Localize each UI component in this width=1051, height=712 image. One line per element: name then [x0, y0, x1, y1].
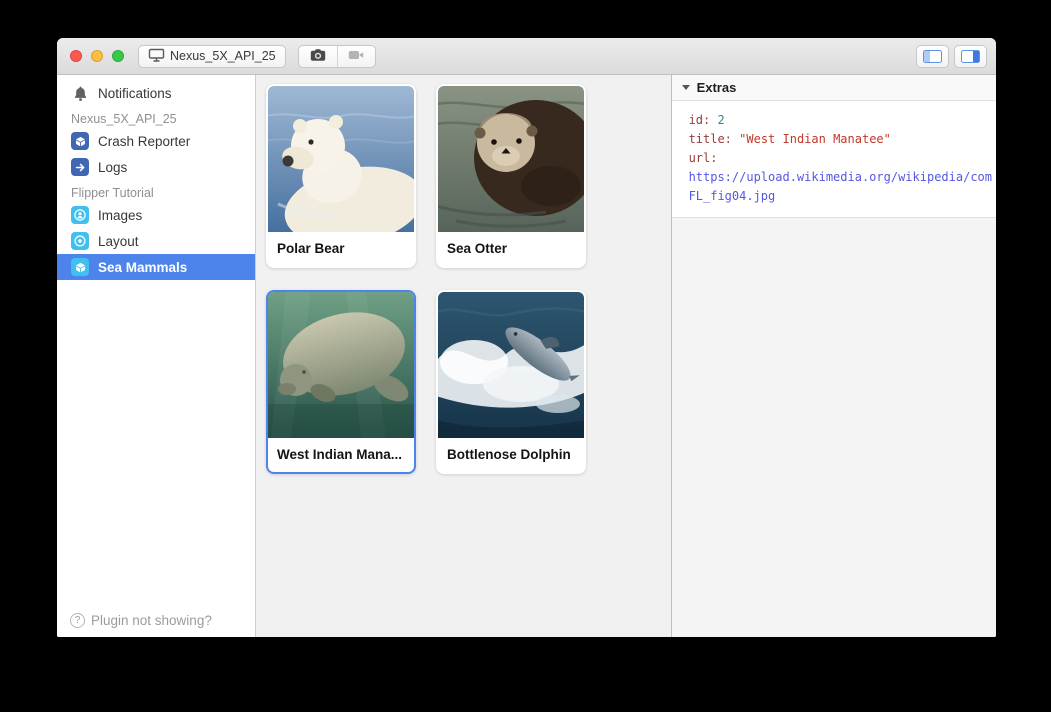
sea-mammals-card-grid: Polar Bear	[256, 75, 671, 637]
sea-otter-photo	[438, 86, 584, 232]
monitor-icon	[148, 48, 165, 65]
window-controls	[70, 50, 124, 62]
capture-button-group	[298, 45, 376, 68]
plugin-sidebar: Notifications Nexus_5X_API_25 Crash Repo…	[57, 75, 256, 637]
toggle-left-sidebar-button[interactable]	[916, 45, 949, 68]
arrow-right-icon	[71, 158, 89, 176]
card-west-indian-manatee[interactable]: West Indian Mana...	[266, 290, 416, 474]
close-button[interactable]	[70, 50, 82, 62]
user-circle-icon	[71, 206, 89, 224]
right-panel-toggle-icon	[961, 50, 980, 63]
json-line-url-value-2: FL_fig04.jpg	[689, 187, 992, 206]
card-polar-bear[interactable]: Polar Bear	[266, 84, 416, 268]
record-video-button[interactable]	[337, 46, 375, 67]
video-camera-icon	[347, 48, 365, 65]
plugin-not-showing-label: Plugin not showing?	[91, 613, 212, 628]
sidebar-item-notifications[interactable]: Notifications	[57, 80, 255, 106]
dolphin-photo	[438, 292, 584, 438]
zoom-button[interactable]	[112, 50, 124, 62]
plugin-not-showing-link[interactable]: Plugin not showing?	[70, 613, 212, 628]
extras-section-header[interactable]: Extras	[672, 75, 996, 101]
device-selector-button[interactable]: Nexus_5X_API_25	[138, 45, 286, 68]
bell-icon	[71, 84, 89, 102]
json-line-title: title: "West Indian Manatee"	[689, 130, 992, 149]
sidebar-item-label: Crash Reporter	[98, 134, 190, 149]
extras-panel: Extras id: 2 title: "West Indian Manatee…	[671, 75, 996, 637]
minimize-button[interactable]	[91, 50, 103, 62]
device-selector-label: Nexus_5X_API_25	[170, 49, 276, 63]
sidebar-item-sea-mammals[interactable]: Sea Mammals	[57, 254, 255, 280]
sidebar-item-label: Logs	[98, 160, 127, 175]
card-title: Polar Bear	[268, 232, 414, 266]
polar-bear-photo	[268, 86, 414, 232]
sidebar-item-images[interactable]: Images	[57, 202, 255, 228]
extras-empty-area	[672, 218, 996, 637]
sidebar-item-label: Images	[98, 208, 142, 223]
json-line-id: id: 2	[689, 111, 992, 130]
sidebar-item-layout[interactable]: Layout	[57, 228, 255, 254]
sidebar-section-app: Flipper Tutorial	[57, 180, 255, 202]
card-title: Sea Otter	[438, 232, 584, 266]
titlebar: Nexus_5X_API_25	[57, 38, 996, 75]
panel-toggles	[916, 45, 987, 68]
window-content: Notifications Nexus_5X_API_25 Crash Repo…	[57, 75, 996, 637]
target-icon	[71, 232, 89, 250]
sidebar-section-device: Nexus_5X_API_25	[57, 106, 255, 128]
card-sea-otter[interactable]: Sea Otter	[436, 84, 586, 268]
help-circle-icon	[70, 613, 85, 628]
toggle-right-sidebar-button[interactable]	[954, 45, 987, 68]
json-line-url-key: url:	[689, 149, 992, 168]
screenshot-button[interactable]	[299, 46, 337, 67]
card-title: Bottlenose Dolphin	[438, 438, 584, 472]
disclosure-triangle-icon	[682, 85, 690, 90]
flipper-window: Nexus_5X_API_25	[57, 38, 996, 637]
sidebar-item-label: Notifications	[98, 86, 172, 101]
json-line-url-value: https://upload.wikimedia.org/wikipedia/c…	[689, 168, 992, 187]
manatee-photo	[268, 292, 414, 438]
cube-icon	[71, 258, 89, 276]
sidebar-item-logs[interactable]: Logs	[57, 154, 255, 180]
camera-icon	[309, 47, 327, 66]
left-panel-toggle-icon	[923, 50, 942, 63]
sidebar-item-label: Layout	[98, 234, 139, 249]
card-title: West Indian Mana...	[268, 438, 414, 472]
card-bottlenose-dolphin[interactable]: Bottlenose Dolphin	[436, 290, 586, 474]
sidebar-item-label: Sea Mammals	[98, 260, 187, 275]
extras-title: Extras	[697, 80, 737, 95]
extras-json-view: id: 2 title: "West Indian Manatee" url: …	[672, 101, 996, 218]
cube-icon	[71, 132, 89, 150]
sidebar-item-crash-reporter[interactable]: Crash Reporter	[57, 128, 255, 154]
